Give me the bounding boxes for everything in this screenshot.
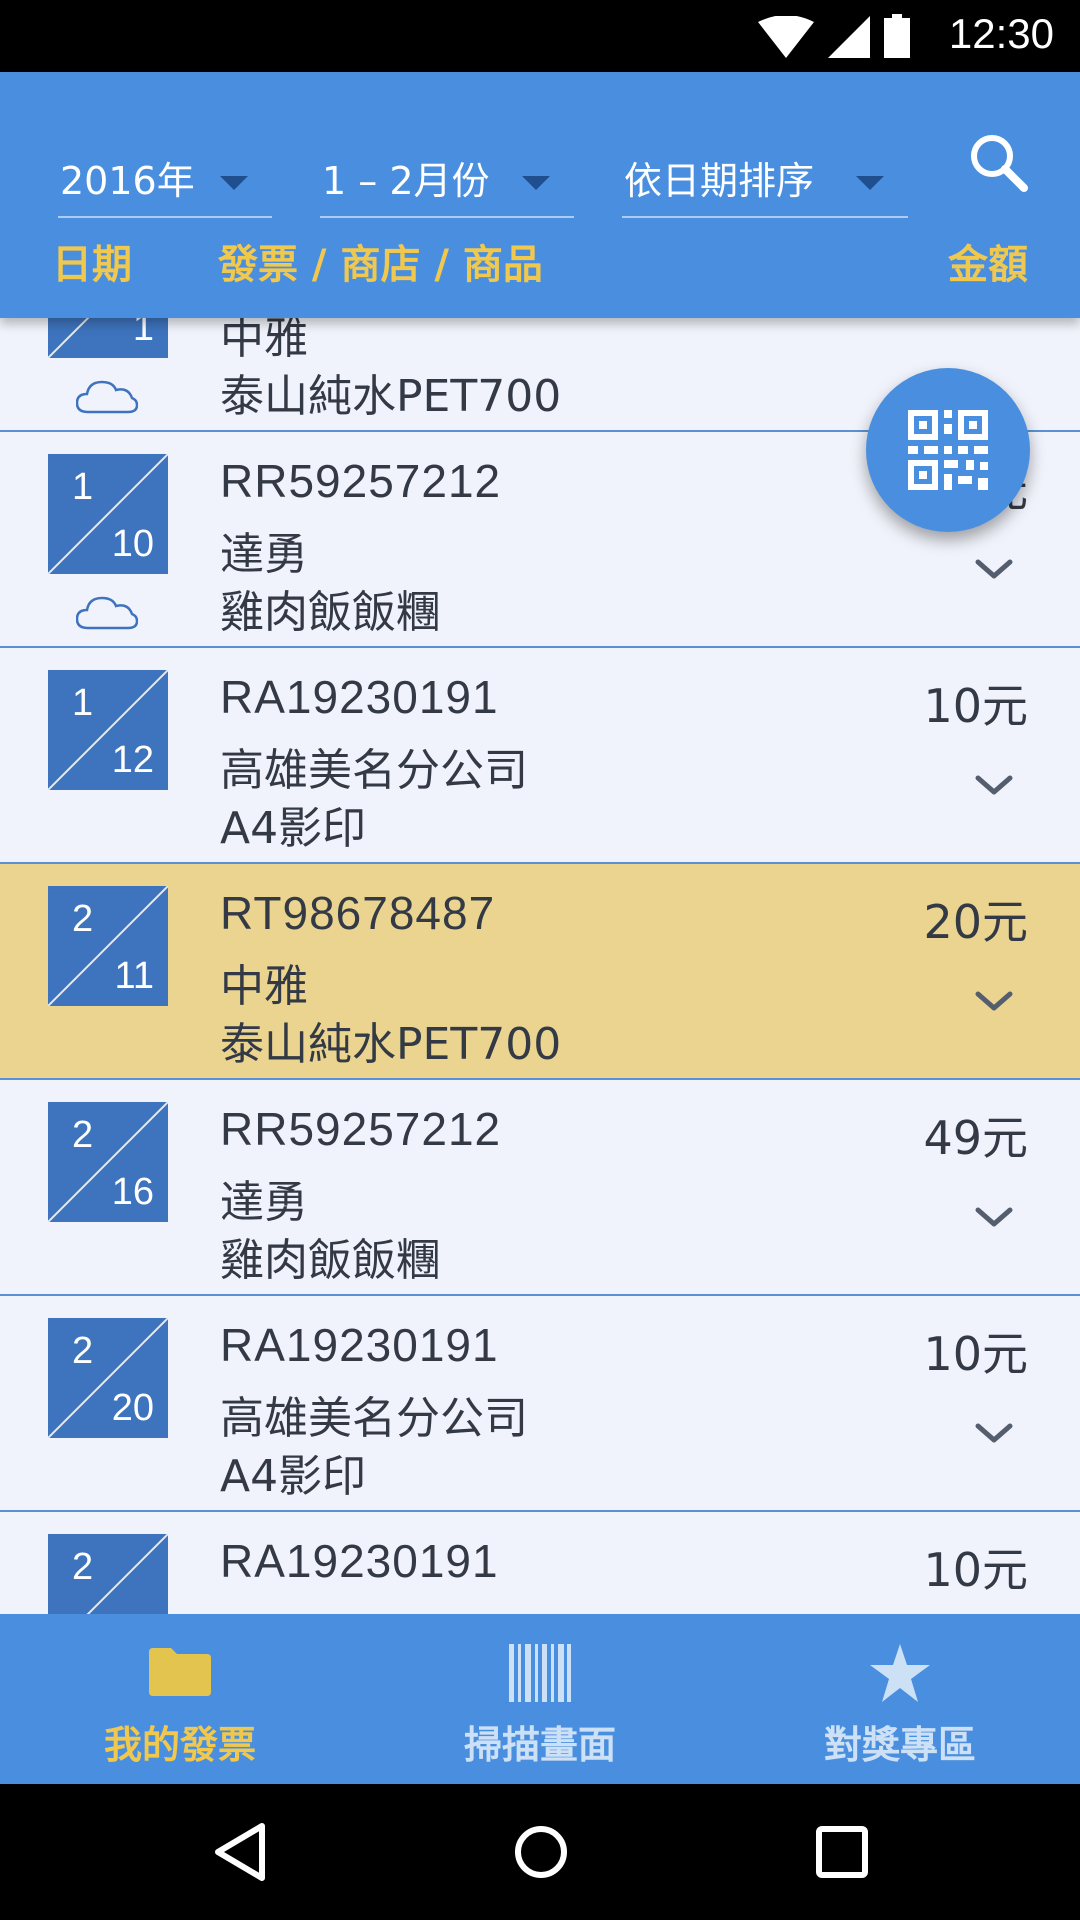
month-dropdown-label: 1 – 2月份 xyxy=(322,159,490,203)
status-bar: 12:30 xyxy=(0,0,1080,72)
invoice-item: A4影印 xyxy=(220,803,367,854)
invoice-amount: 10元 xyxy=(923,679,1028,733)
invoice-day: 16 xyxy=(111,1171,154,1213)
column-header-amount: 金額 xyxy=(948,242,1028,288)
invoice-store: 中雅 xyxy=(220,318,308,364)
invoice-item: 雞肉飯飯糰 xyxy=(220,1235,440,1286)
invoice-number: RR59257212 xyxy=(220,455,502,507)
nav-tab-scan[interactable]: 掃描畫面 xyxy=(360,1614,720,1784)
invoice-number: RA19230191 xyxy=(220,1535,499,1587)
date-divider xyxy=(86,1534,168,1614)
invoice-date-box: 2 11 xyxy=(48,886,168,1006)
invoice-date-box: 2 20 xyxy=(48,1318,168,1438)
invoice-number: RA19230191 xyxy=(220,671,499,723)
invoice-row[interactable]: 1 12 RA19230191 高雄美名分公司 A4影印 10元 xyxy=(0,648,1080,864)
caret-down-icon xyxy=(220,176,248,190)
year-dropdown-label: 2016年 xyxy=(60,159,195,203)
invoice-day: 10 xyxy=(111,523,154,565)
invoice-store: 達勇 xyxy=(220,1177,308,1228)
sort-dropdown[interactable]: 依日期排序 xyxy=(622,128,908,218)
nav-tab-prize-label: 對獎專區 xyxy=(823,1723,976,1767)
invoice-month: 1 xyxy=(72,466,94,508)
status-time: 12:30 xyxy=(948,10,1054,57)
nav-tab-scan-label: 掃描畫面 xyxy=(463,1723,616,1767)
cloud-sync-icon xyxy=(76,596,138,630)
year-dropdown[interactable]: 2016年 xyxy=(58,128,272,218)
caret-down-icon xyxy=(522,176,550,190)
month-dropdown[interactable]: 1 – 2月份 xyxy=(320,128,574,218)
invoice-item: 泰山純水PET700 xyxy=(220,1019,562,1070)
qr-scan-fab[interactable] xyxy=(866,368,1030,532)
column-header-date: 日期 xyxy=(52,242,132,288)
invoice-amount: 49元 xyxy=(923,1111,1028,1165)
recents-icon[interactable] xyxy=(814,1822,870,1882)
battery-icon xyxy=(884,14,910,58)
folder-icon xyxy=(149,1648,211,1696)
sort-dropdown-label: 依日期排序 xyxy=(624,159,815,203)
invoice-amount: 10元 xyxy=(923,1327,1028,1381)
invoice-number: RA19230191 xyxy=(220,1319,499,1371)
invoice-item: A4影印 xyxy=(220,1451,367,1502)
status-icons xyxy=(758,14,910,58)
invoice-store: 高雄美名分公司 xyxy=(220,745,528,796)
invoice-month: 2 xyxy=(72,898,94,940)
search-icon xyxy=(971,135,1028,192)
invoice-day: 11 xyxy=(114,955,154,997)
invoice-row[interactable]: 2 16 RR59257212 達勇雞肉飯飯糰 49元 xyxy=(0,1080,1080,1296)
invoice-number: RR59257212 xyxy=(220,1103,502,1155)
nav-tab-prize[interactable]: 對獎專區 xyxy=(720,1614,1080,1784)
invoice-item: 泰山純水PET700 xyxy=(220,371,562,422)
invoice-month: 2 xyxy=(72,1114,94,1156)
nav-tab-my-invoices-label: 我的發票 xyxy=(103,1723,256,1767)
chevron-down-icon[interactable] xyxy=(974,1418,1014,1448)
invoice-month: 1 xyxy=(72,682,94,724)
chevron-down-icon[interactable] xyxy=(974,986,1014,1016)
invoice-date-box: 11 xyxy=(48,318,168,358)
app-header: 2016年 1 – 2月份 依日期排序 日期 發票 / 商店 / 商品 金額 xyxy=(0,72,1080,318)
invoice-store: 高雄美名分公司 xyxy=(220,1393,528,1444)
chevron-down-icon[interactable] xyxy=(974,554,1014,584)
invoice-date-box: 2 xyxy=(48,1534,168,1614)
invoice-row[interactable]: 2 RA19230191 10元 xyxy=(0,1512,1080,1614)
search-button[interactable] xyxy=(964,128,1036,200)
invoice-amount: 20元 xyxy=(923,895,1028,949)
invoice-row[interactable]: 2 20 RA19230191 高雄美名分公司 A4影印 10元 xyxy=(0,1296,1080,1512)
home-icon[interactable] xyxy=(512,1822,570,1882)
chevron-down-icon[interactable] xyxy=(974,770,1014,800)
invoice-day: 1 xyxy=(132,318,154,349)
barcode-icon xyxy=(509,1644,571,1702)
invoice-amount: 10元 xyxy=(923,1543,1028,1597)
invoice-store: 達勇 xyxy=(220,529,308,580)
invoice-row[interactable]: 2 11 RT98678487 中雅泰山純水PET700 20元 xyxy=(0,864,1080,1080)
invoice-month: 2 xyxy=(72,1330,94,1372)
invoice-item: 雞肉飯飯糰 xyxy=(220,587,440,638)
invoice-month: 2 xyxy=(72,1546,94,1588)
back-icon[interactable] xyxy=(212,1822,268,1882)
invoice-date-box: 1 12 xyxy=(48,670,168,790)
wifi-icon xyxy=(758,16,814,58)
invoice-number: RT98678487 xyxy=(220,887,496,939)
star-icon xyxy=(870,1644,930,1702)
invoice-date-box: 2 16 xyxy=(48,1102,168,1222)
cloud-sync-icon xyxy=(76,380,138,414)
caret-down-icon xyxy=(856,176,884,190)
invoice-day: 12 xyxy=(111,739,154,781)
system-navigation-bar xyxy=(0,1784,1080,1920)
column-header-detail: 發票 / 商店 / 商品 xyxy=(218,242,543,288)
invoice-store: 中雅 xyxy=(220,961,308,1012)
chevron-down-icon[interactable] xyxy=(974,1202,1014,1232)
invoice-date-box: 1 10 xyxy=(48,454,168,574)
bottom-navigation: 我的發票 掃描畫面 對獎專區 xyxy=(0,1614,1080,1784)
nav-tab-my-invoices[interactable]: 我的發票 xyxy=(0,1614,360,1784)
qr-code-icon xyxy=(908,410,988,490)
invoice-day: 20 xyxy=(111,1387,154,1429)
cellular-signal-icon xyxy=(828,16,870,58)
